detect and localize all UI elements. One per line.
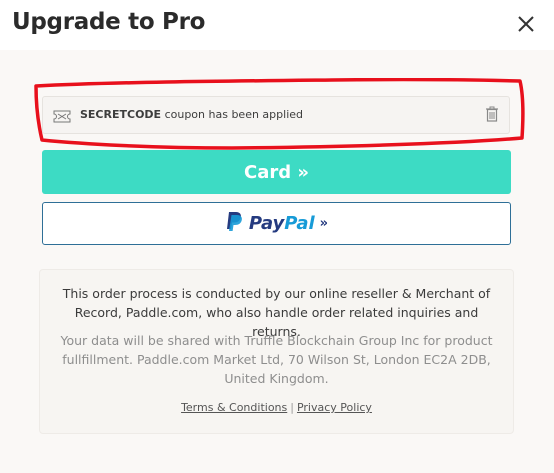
paypal-logo-icon [225, 211, 243, 236]
paypal-wordmark: PayPal [249, 213, 315, 234]
order-info-panel: This order process is conducted by our o… [39, 269, 514, 434]
modal-title: Upgrade to Pro [12, 9, 206, 35]
close-icon[interactable] [516, 14, 536, 34]
red-annotation-outline [34, 78, 525, 150]
modal-header: Upgrade to Pro [0, 0, 554, 50]
legal-links: Terms & Conditions | Privacy Policy [40, 401, 513, 414]
paypal-payment-button[interactable]: PayPal » [42, 202, 511, 245]
paypal-pay-text: Pay [248, 213, 285, 234]
link-separator: | [290, 401, 294, 414]
card-payment-button[interactable]: Card » [42, 150, 511, 194]
paypal-pal-text: Pal [284, 213, 315, 234]
paypal-chevron: » [319, 216, 329, 231]
terms-link[interactable]: Terms & Conditions [181, 401, 287, 414]
data-sharing-notice: Your data will be shared with Truffle Bl… [60, 333, 493, 386]
privacy-link[interactable]: Privacy Policy [297, 401, 372, 414]
